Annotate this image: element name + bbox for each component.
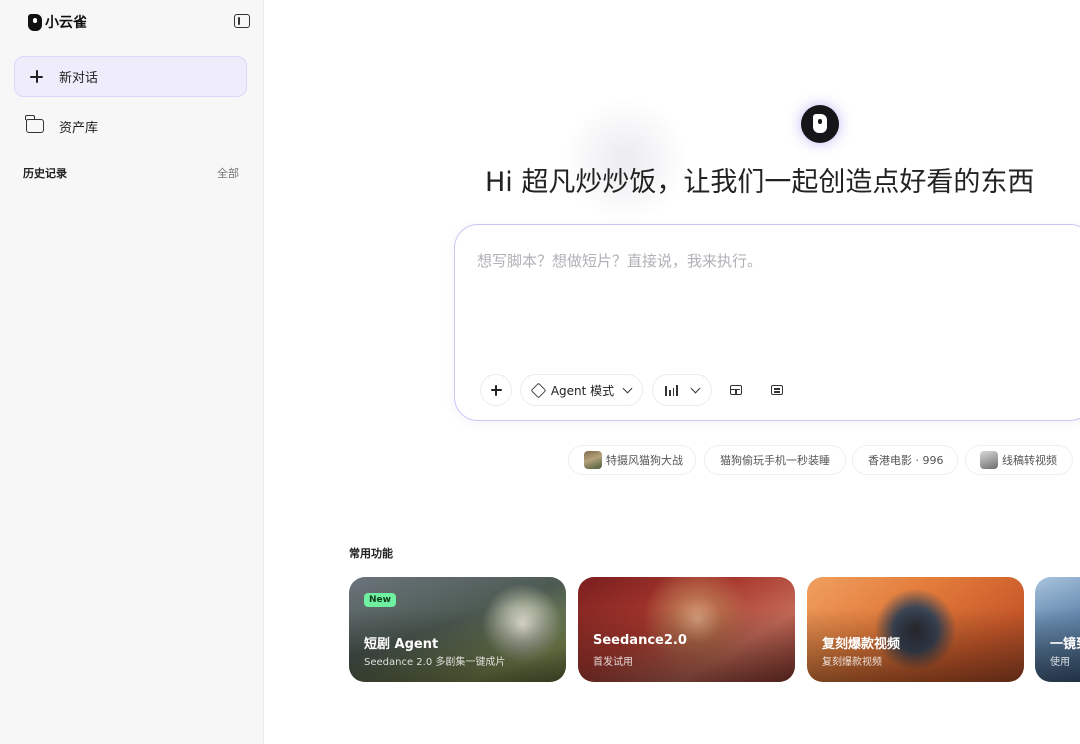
feature-card-short-drama[interactable]: New 短剧 Agent Seedance 2.0 多剧集一键成片	[349, 577, 566, 682]
sidebar-item-label: 资产库	[59, 120, 99, 136]
plus-icon	[490, 384, 502, 396]
layout-button[interactable]	[720, 374, 752, 406]
card-subtitle: 首发试用	[593, 657, 633, 668]
card-title: Seedance2.0	[593, 633, 687, 648]
greeting-heading: Hi 超凡炒炒饭，让我们一起创造点好看的东西	[485, 167, 1035, 198]
suggestion-label: 线稿转视频	[1002, 454, 1057, 467]
card-subtitle: 使用	[1050, 657, 1070, 668]
sidebar: 小云雀 新对话 资产库 历史记录 全部	[0, 0, 264, 744]
card-title: 一镜到	[1050, 637, 1080, 652]
brand[interactable]: 小云雀	[28, 12, 87, 32]
brand-logo-icon	[28, 13, 42, 31]
feature-card-one-shot[interactable]: 一镜到 使用	[1035, 577, 1080, 682]
cube-icon	[530, 382, 547, 398]
history-title: 历史记录	[23, 167, 67, 180]
layout-icon	[730, 385, 742, 395]
suggestion-chip[interactable]: 猫狗偷玩手机一秒装睡	[704, 445, 846, 475]
suggestion-chip[interactable]: 香港电影 · 996	[852, 445, 958, 475]
chevron-down-icon	[622, 383, 633, 393]
features-title: 常用功能	[349, 547, 393, 560]
suggestion-chip[interactable]: 线稿转视频	[965, 445, 1073, 475]
feature-card-replicate-viral[interactable]: 复刻爆款视频 复刻爆款视频	[807, 577, 1024, 682]
agent-mode-label: Agent 模式	[550, 383, 615, 398]
bar-chart-icon	[665, 384, 678, 396]
caption-icon	[771, 385, 783, 395]
sidebar-item-assets[interactable]: 资产库	[14, 107, 247, 145]
new-chat-label: 新对话	[59, 71, 99, 86]
card-subtitle: 复刻爆款视频	[822, 657, 882, 668]
suggestion-chip[interactable]: 特摄风猫狗大战	[568, 445, 696, 475]
prompt-input[interactable]	[477, 250, 1077, 272]
card-subtitle: Seedance 2.0 多剧集一键成片	[364, 657, 506, 668]
hero-logo-icon	[801, 105, 839, 143]
plus-icon	[30, 70, 43, 83]
chevron-down-icon	[690, 383, 701, 393]
card-title: 复刻爆款视频	[822, 637, 901, 652]
history-all-link[interactable]: 全部	[217, 165, 239, 181]
suggestion-label: 猫狗偷玩手机一秒装睡	[720, 454, 830, 467]
suggestion-thumbnail	[980, 451, 998, 469]
card-title: 短剧 Agent	[364, 637, 439, 652]
new-badge: New	[364, 593, 396, 607]
attach-button[interactable]	[480, 374, 512, 406]
suggestion-label: 特摄风猫狗大战	[606, 454, 683, 467]
sidebar-toggle-icon[interactable]	[234, 14, 250, 28]
feature-card-seedance[interactable]: Seedance2.0 首发试用	[578, 577, 795, 682]
agent-mode-dropdown[interactable]: Agent 模式	[520, 374, 643, 406]
new-chat-button[interactable]: 新对话	[14, 56, 247, 97]
suggestion-label: 香港电影 · 996	[868, 454, 944, 467]
suggestion-thumbnail	[584, 451, 602, 469]
model-select-dropdown[interactable]	[652, 374, 712, 406]
caption-button[interactable]	[761, 374, 793, 406]
brand-name: 小云雀	[45, 15, 87, 31]
folder-icon	[25, 115, 44, 133]
